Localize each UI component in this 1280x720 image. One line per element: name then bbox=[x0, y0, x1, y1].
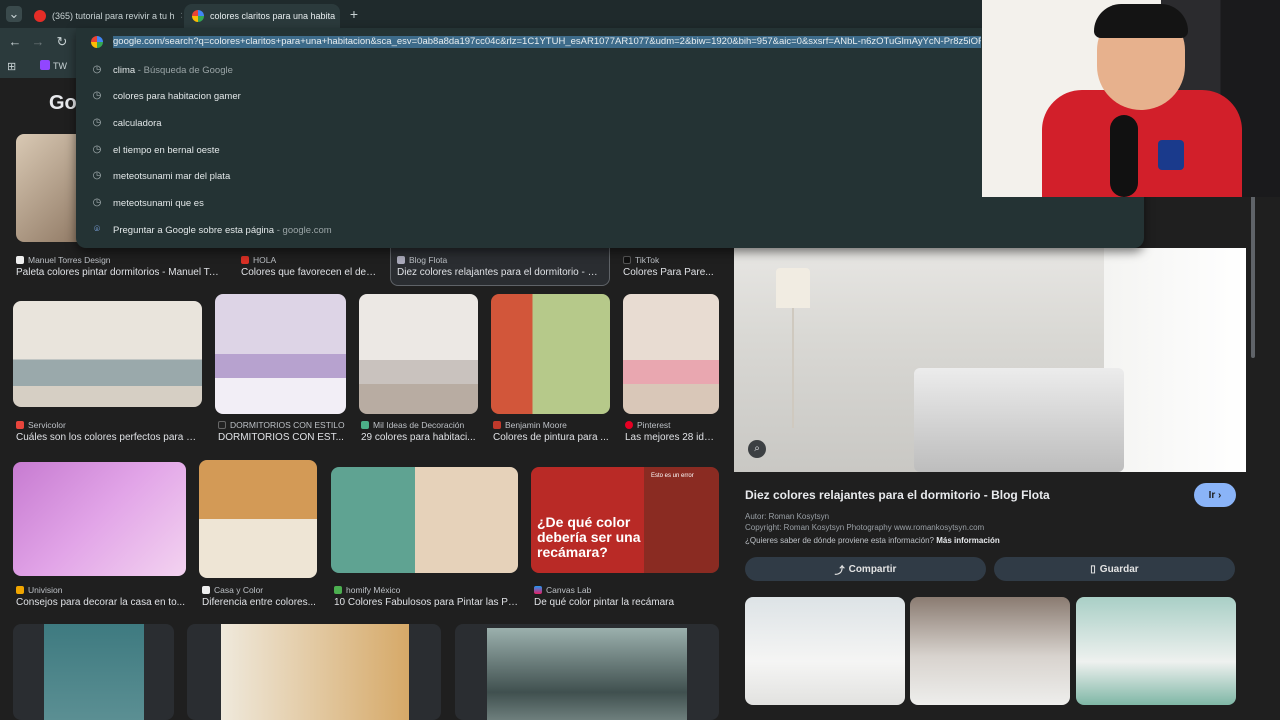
result-title[interactable]: Colores que favorecen el des... bbox=[241, 267, 377, 278]
result-source: DORMITORIOS CON ESTILO bbox=[218, 420, 345, 430]
result-source: Mil Ideas de Decoración bbox=[361, 420, 464, 430]
result-title[interactable]: Diferencia entre colores... bbox=[202, 597, 318, 608]
history-icon: ◷ bbox=[92, 197, 102, 208]
apps-icon[interactable]: ⊞ bbox=[7, 60, 16, 73]
result-source: Manuel Torres Design bbox=[16, 255, 111, 265]
result-title[interactable]: Consejos para decorar la casa en to... bbox=[16, 597, 186, 608]
result-image[interactable]: Esto es un error ¿De qué color debería s… bbox=[531, 467, 719, 573]
related-image[interactable] bbox=[1076, 597, 1236, 705]
result-title[interactable]: Diez colores relajantes para el dormitor… bbox=[397, 267, 603, 278]
result-source: Canvas Lab bbox=[534, 585, 591, 595]
result-image[interactable] bbox=[623, 294, 719, 414]
related-image[interactable] bbox=[745, 597, 905, 705]
google-icon bbox=[91, 36, 103, 48]
share-button[interactable]: ⤴ Compartir bbox=[745, 557, 986, 581]
preview-title[interactable]: Diez colores relajantes para el dormitor… bbox=[745, 488, 1165, 502]
tab-google[interactable]: colores claritos para una habita × bbox=[184, 4, 340, 28]
result-card[interactable] bbox=[13, 624, 174, 720]
history-icon: ◷ bbox=[92, 90, 102, 101]
go-button[interactable]: Ir › bbox=[1194, 483, 1236, 507]
history-icon: ◷ bbox=[92, 170, 102, 181]
google-icon bbox=[192, 10, 204, 22]
result-title[interactable]: 29 colores para habitaci... bbox=[361, 432, 479, 443]
result-title[interactable]: Cuáles son los colores perfectos para pi… bbox=[16, 432, 200, 443]
result-card[interactable] bbox=[187, 624, 441, 720]
result-source: Univision bbox=[16, 585, 63, 595]
result-title[interactable]: 10 Colores Fabulosos para Pintar las Pa.… bbox=[334, 597, 520, 608]
result-image[interactable] bbox=[13, 462, 186, 576]
save-button[interactable]: ▯ Guardar bbox=[994, 557, 1235, 581]
result-image[interactable] bbox=[359, 294, 478, 414]
preview-author: Autor: Roman Kosytsyn bbox=[745, 512, 830, 521]
reload-icon[interactable]: ↻ bbox=[54, 34, 70, 50]
twitch-icon bbox=[40, 60, 50, 70]
result-image[interactable] bbox=[13, 301, 202, 407]
close-icon[interactable]: × bbox=[335, 10, 340, 22]
result-title[interactable]: Paleta colores pintar dormitorios - Manu… bbox=[16, 267, 224, 278]
result-title[interactable]: De qué color pintar la recámara bbox=[534, 597, 720, 608]
tab-search-icon[interactable]: ⌄ bbox=[6, 6, 22, 22]
result-title[interactable]: Colores Para Pare... bbox=[623, 267, 715, 278]
webcam-overlay bbox=[982, 0, 1280, 197]
result-image[interactable] bbox=[199, 460, 317, 578]
history-icon: ◷ bbox=[92, 64, 102, 75]
forward-icon[interactable]: → bbox=[30, 34, 46, 50]
bookmark-tw[interactable]: TW bbox=[53, 61, 67, 71]
history-icon: ◷ bbox=[92, 144, 102, 155]
overlay-banner: Esto es un error bbox=[651, 473, 694, 479]
result-source: Benjamin Moore bbox=[493, 420, 567, 430]
result-image[interactable] bbox=[215, 294, 346, 414]
preview-copyright: Copyright: Roman Kosytsyn Photography ww… bbox=[745, 523, 985, 532]
lens-icon: ⌾ bbox=[94, 224, 100, 235]
tab-youtube[interactable]: (365) tutorial para revivir a tu h × bbox=[26, 4, 182, 28]
address-input[interactable]: google.com/search?q=colores+claritos+par… bbox=[113, 36, 981, 48]
youtube-icon bbox=[34, 10, 46, 22]
more-info-link[interactable]: Más información bbox=[936, 536, 1000, 545]
result-card[interactable] bbox=[455, 624, 719, 720]
new-tab-button[interactable]: + bbox=[346, 6, 362, 22]
lens-icon[interactable]: ⌕ bbox=[748, 440, 766, 458]
related-image[interactable] bbox=[910, 597, 1070, 705]
result-source: homify México bbox=[334, 585, 400, 595]
result-title[interactable]: DORMITORIOS CON EST... bbox=[218, 432, 346, 443]
history-icon: ◷ bbox=[92, 117, 102, 128]
result-image[interactable] bbox=[331, 467, 518, 573]
overlay-headline: ¿De qué color debería ser una recámara? bbox=[537, 514, 641, 560]
suggestion-item[interactable]: ⌾ Preguntar a Google sobre esta página - … bbox=[76, 217, 1144, 243]
share-icon: ⤴ bbox=[834, 565, 845, 577]
result-source: Pinterest bbox=[625, 420, 671, 430]
result-source: Blog Flota bbox=[397, 255, 447, 265]
preview-image[interactable] bbox=[734, 248, 1246, 472]
result-title[interactable]: Colores de pintura para ... bbox=[493, 432, 611, 443]
google-logo[interactable]: Go bbox=[49, 92, 77, 115]
tab-label: colores claritos para una habita bbox=[210, 11, 336, 21]
bookmark-icon: ▯ bbox=[1090, 563, 1096, 575]
close-icon[interactable]: × bbox=[175, 10, 182, 22]
preview-question: ¿Quieres saber de dónde proviene esta in… bbox=[745, 536, 1000, 545]
result-source: Servicolor bbox=[16, 420, 66, 430]
result-title[interactable]: Las mejores 28 ide... bbox=[625, 432, 717, 443]
result-source: HOLA bbox=[241, 255, 276, 265]
tab-label: (365) tutorial para revivir a tu h bbox=[52, 11, 175, 21]
result-image[interactable] bbox=[491, 294, 610, 414]
result-source: TikTok bbox=[623, 255, 659, 265]
result-source: Casa y Color bbox=[202, 585, 263, 595]
back-icon[interactable]: ← bbox=[7, 34, 23, 50]
